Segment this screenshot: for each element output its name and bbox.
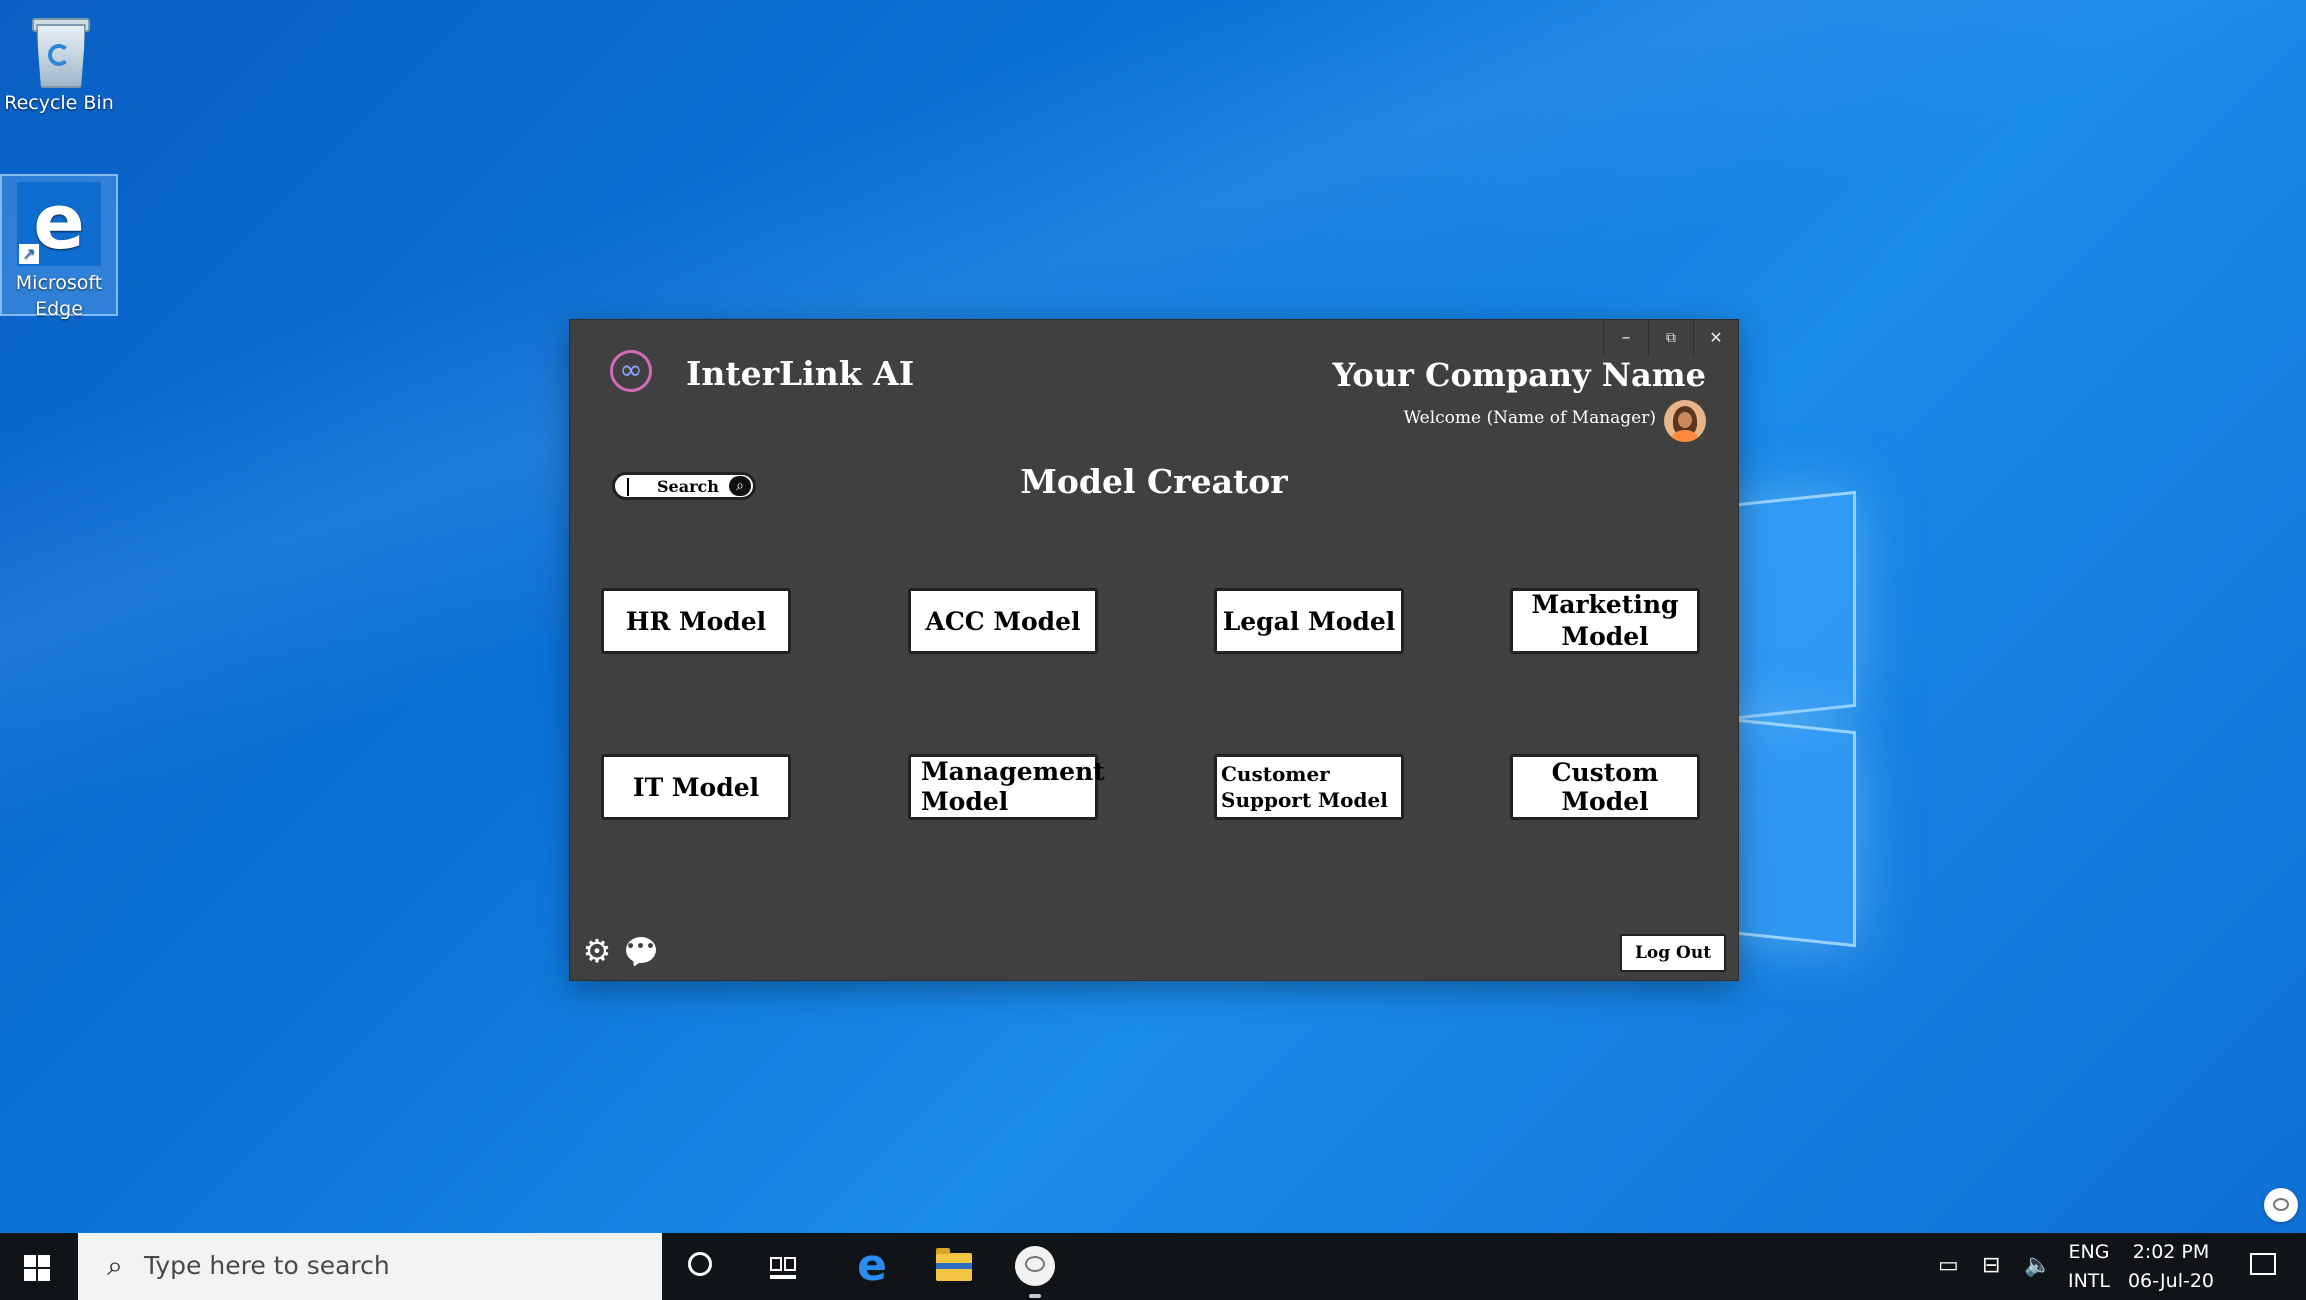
language-code[interactable]: ENG <box>2064 1241 2114 1263</box>
file-explorer-button[interactable] <box>916 1233 992 1300</box>
language-layout[interactable]: INTL <box>2064 1270 2114 1292</box>
task-view-button[interactable] <box>746 1233 822 1300</box>
edge-icon: e ↗ <box>17 180 101 266</box>
battery-icon[interactable]: ▭ <box>1938 1251 1959 1281</box>
chat-app-button[interactable] <box>997 1233 1073 1300</box>
taskbar-edge-button[interactable]: e <box>834 1233 910 1300</box>
minimize-button[interactable]: – <box>1603 320 1648 356</box>
taskbar-search-box[interactable]: ⌕ Type here to search <box>78 1233 662 1300</box>
clock-time[interactable]: 2:02 PM <box>2124 1241 2218 1263</box>
taskbar: ⌕ Type here to search e ▭ ⊟ 🔈 ENG INTL 2… <box>0 1233 2306 1300</box>
clock-date[interactable]: 06-Jul-20 <box>2124 1270 2218 1292</box>
marketing-model-button[interactable]: Marketing Model <box>1510 588 1700 654</box>
notifications-icon[interactable] <box>2250 1253 2276 1275</box>
page-title: Model Creator <box>1020 462 1288 501</box>
chat-icon[interactable]: ••• <box>626 937 656 970</box>
acc-model-button[interactable]: ACC Model <box>908 588 1098 654</box>
desktop-icon-label: Microsoft Edge <box>15 272 103 320</box>
recycle-bin-icon <box>28 14 90 88</box>
legal-model-button[interactable]: Legal Model <box>1214 588 1404 654</box>
avatar[interactable] <box>1664 400 1706 442</box>
windows-start-icon <box>24 1255 50 1281</box>
taskbar-search-placeholder: Type here to search <box>144 1251 390 1280</box>
desktop-icon-label: Recycle Bin <box>4 92 114 114</box>
desktop-icon-edge[interactable]: e ↗ Microsoft Edge <box>0 174 118 320</box>
floating-chat-icon[interactable] <box>2264 1188 2298 1222</box>
hr-model-button[interactable]: HR Model <box>601 588 791 654</box>
search-icon: ⌕ <box>107 1249 123 1282</box>
window-controls: – ⧉ ✕ <box>1603 320 1738 356</box>
logout-button[interactable]: Log Out <box>1620 934 1726 972</box>
desktop-icon-recycle-bin[interactable]: Recycle Bin <box>0 4 118 124</box>
cortana-button[interactable] <box>665 1233 741 1300</box>
active-indicator <box>1029 1294 1041 1298</box>
infinity-logo-icon: ∞ <box>610 350 652 392</box>
gear-icon[interactable]: ⚙ <box>580 934 614 968</box>
restore-button[interactable]: ⧉ <box>1648 320 1693 356</box>
welcome-text: Welcome (Name of Manager) <box>1403 408 1656 428</box>
cortana-icon <box>688 1252 712 1276</box>
volume-icon[interactable]: 🔈 <box>2024 1251 2051 1281</box>
start-button[interactable] <box>0 1233 76 1300</box>
company-name: Your Company Name <box>1332 356 1706 394</box>
network-icon[interactable]: ⊟ <box>1982 1251 2000 1281</box>
interlink-app-window: – ⧉ ✕ ∞ InterLink AI Your Company Name W… <box>570 320 1738 980</box>
custom-model-button[interactable]: Custom Model <box>1510 754 1700 820</box>
file-explorer-icon <box>936 1248 972 1281</box>
brand-title: InterLink AI <box>686 354 915 393</box>
close-button[interactable]: ✕ <box>1693 320 1738 356</box>
edge-icon: e <box>857 1240 887 1291</box>
management-model-button[interactable]: Management Model <box>908 754 1105 820</box>
it-model-button[interactable]: IT Model <box>601 754 791 820</box>
customer-support-model-button[interactable]: Customer Support Model <box>1214 754 1404 820</box>
task-view-icon <box>770 1253 798 1279</box>
chat-app-icon <box>1015 1246 1055 1286</box>
